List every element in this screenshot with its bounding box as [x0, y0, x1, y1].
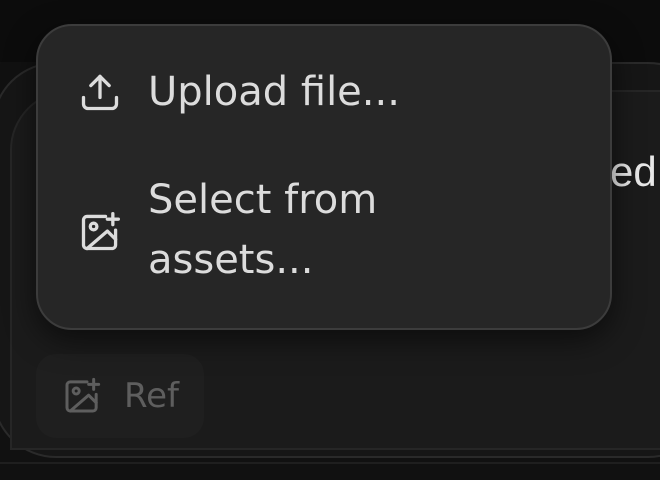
menu-item-upload-file[interactable]: Upload file...: [38, 62, 610, 126]
menu-item-label: Upload file...: [148, 69, 400, 115]
image-plus-icon: [62, 376, 102, 416]
menu-item-label: Select from assets...: [148, 177, 378, 283]
upload-icon: [78, 70, 122, 114]
upload-menu: Upload file... Select from assets...: [36, 24, 612, 330]
divider: [0, 462, 660, 464]
menu-item-select-assets[interactable]: Select from assets...: [38, 168, 610, 292]
ref-button[interactable]: Ref: [36, 354, 204, 438]
image-plus-icon: [78, 210, 122, 254]
ref-button-label: Ref: [124, 376, 179, 416]
app-stage: red Ref Upload file... Select from asset…: [0, 0, 660, 480]
